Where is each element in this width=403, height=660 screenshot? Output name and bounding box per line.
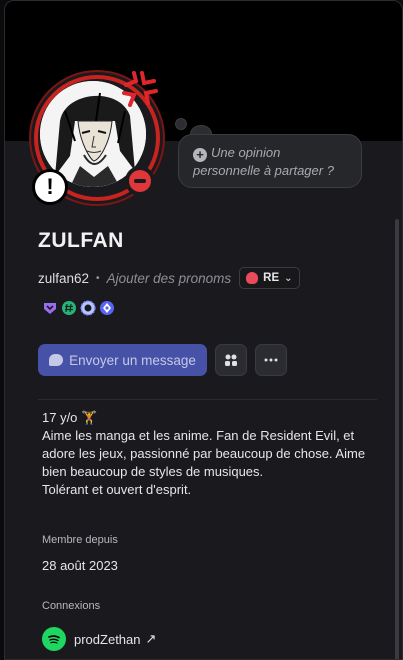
connections-label: Connexions bbox=[42, 600, 101, 612]
friends-icon bbox=[225, 354, 237, 366]
send-message-label: Envoyer un message bbox=[69, 352, 196, 368]
bio-text: 17 y/o 🏋 Aime les manga et les anime. Fa… bbox=[42, 410, 366, 497]
chevron-down-icon: ⌄ bbox=[284, 272, 293, 284]
separator: • bbox=[96, 272, 100, 284]
connection-item[interactable]: prodZethan ↗ bbox=[42, 627, 156, 651]
user-profile-panel: ! + Une opinion personnelle à partager ? … bbox=[4, 0, 403, 660]
clan-tag-label: RE bbox=[263, 272, 280, 284]
skull-icon bbox=[246, 272, 259, 284]
chat-bubble-icon bbox=[49, 354, 64, 366]
more-dots-icon bbox=[264, 358, 278, 362]
avatar[interactable]: ! bbox=[30, 71, 170, 211]
member-since-label: Membre depuis bbox=[42, 534, 118, 546]
boost-badge-icon[interactable] bbox=[80, 300, 96, 316]
badge-list bbox=[42, 300, 115, 316]
add-friend-button[interactable] bbox=[215, 344, 247, 376]
quest-badge-icon[interactable] bbox=[99, 300, 115, 316]
spotify-icon bbox=[42, 627, 66, 651]
plus-icon: + bbox=[193, 148, 207, 162]
connection-name: prodZethan bbox=[74, 631, 141, 647]
pronouns-field[interactable]: Ajouter des pronoms bbox=[107, 271, 232, 286]
note-placeholder: Une opinion personnelle à partager ? bbox=[193, 145, 334, 178]
member-since-value: 28 août 2023 bbox=[42, 558, 118, 573]
username[interactable]: zulfan62 bbox=[38, 271, 89, 286]
custom-note-bubble[interactable]: + Une opinion personnelle à partager ? bbox=[178, 134, 362, 188]
more-options-button[interactable] bbox=[255, 344, 287, 376]
section-divider bbox=[38, 399, 377, 400]
anger-decoration-icon bbox=[122, 71, 158, 107]
scrollbar[interactable] bbox=[395, 219, 399, 659]
clan-tag[interactable]: RE ⌄ bbox=[239, 267, 300, 289]
display-name: ZULFAN bbox=[38, 229, 124, 252]
send-message-button[interactable]: Envoyer un message bbox=[38, 344, 207, 376]
username-row: zulfan62 • Ajouter des pronoms RE ⌄ bbox=[38, 267, 300, 289]
exclamation-decoration-icon: ! bbox=[32, 169, 68, 205]
status-dnd-icon bbox=[125, 166, 155, 196]
external-link-icon: ↗ bbox=[145, 631, 157, 646]
note-bubble-dot bbox=[175, 118, 187, 130]
nitro-badge-icon[interactable] bbox=[42, 300, 58, 316]
hashtag-badge-icon[interactable] bbox=[61, 300, 77, 316]
